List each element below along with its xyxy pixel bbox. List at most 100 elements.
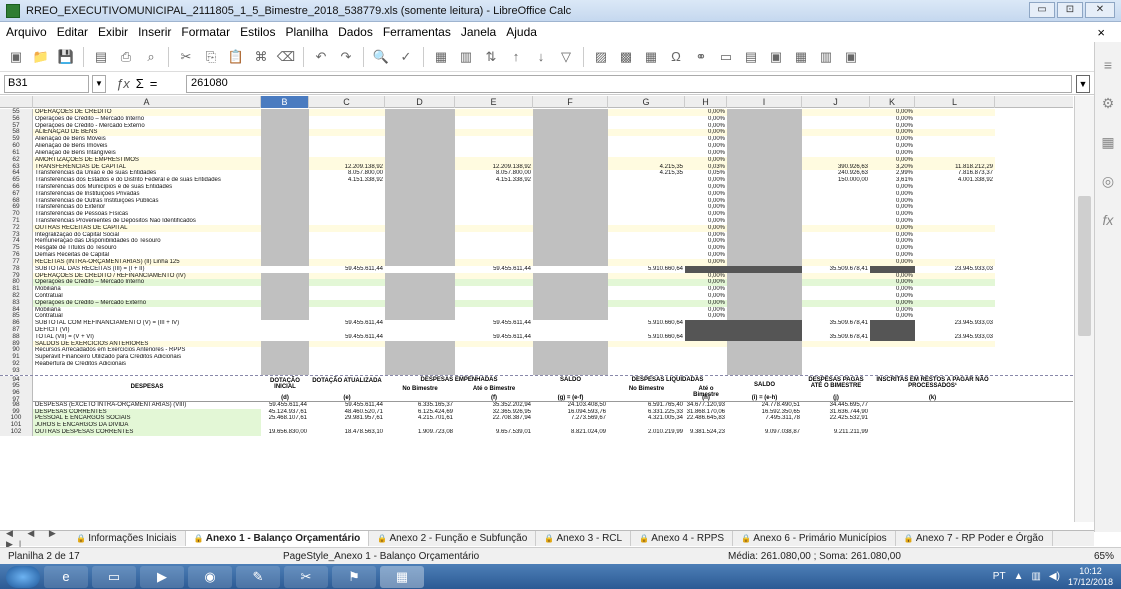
cell-h[interactable]: 0,00%	[685, 224, 727, 232]
cell-d[interactable]	[385, 367, 455, 375]
cell-d[interactable]	[385, 211, 455, 218]
cell-k[interactable]: 0,00%	[870, 279, 915, 287]
cell-c[interactable]	[309, 354, 385, 361]
cell-e[interactable]	[455, 204, 533, 211]
styles-icon[interactable]: ⚙	[1102, 95, 1115, 112]
menu-janela[interactable]: Janela	[461, 25, 496, 39]
cell-d[interactable]	[385, 109, 455, 116]
cell-g[interactable]	[608, 293, 685, 300]
cell-k[interactable]: 0,00%	[870, 198, 915, 205]
cell-j[interactable]	[802, 286, 870, 293]
cell-b[interactable]: 45.124.937,61	[261, 409, 309, 416]
sheet-tab[interactable]: 🔒 Anexo 6 - Primário Municípios	[733, 531, 896, 546]
cell-c[interactable]	[309, 286, 385, 293]
cell-label[interactable]: Contratual	[33, 313, 261, 320]
cell-f[interactable]	[533, 136, 608, 144]
cell-g[interactable]	[608, 211, 685, 218]
cell-label[interactable]: Transferências de Pessoas Físicas	[33, 211, 261, 218]
cell-j[interactable]	[802, 340, 870, 348]
cell-c[interactable]	[309, 422, 385, 429]
cell-i[interactable]	[727, 333, 802, 341]
spreadsheet-grid[interactable]: ABCDEFGHIJKL 55 OPERAÇÕES DE CRÉDITO 0,00%…	[0, 96, 1073, 522]
cell-b[interactable]	[261, 143, 309, 150]
cell-f[interactable]	[533, 204, 608, 212]
cell-j[interactable]	[802, 422, 870, 429]
cell-i[interactable]	[727, 136, 802, 144]
cell-h[interactable]	[685, 422, 727, 429]
cell-f[interactable]	[533, 197, 608, 205]
sheet-tab[interactable]: 🔒 Informações Iniciais	[68, 531, 186, 546]
column-header-l[interactable]: L	[915, 96, 995, 108]
cell-i[interactable]	[727, 252, 802, 259]
cell-g[interactable]: 2.010.219,99	[608, 429, 685, 436]
cell-b[interactable]	[261, 258, 309, 266]
cell-label[interactable]: Transferências dos Estados e do Distrito…	[33, 177, 261, 184]
cell-j[interactable]	[802, 279, 870, 287]
calc-task-icon[interactable]: ▦	[380, 565, 424, 588]
header-footer-icon[interactable]: ▤	[741, 47, 761, 67]
cell-label[interactable]: Integralização do Capital Social	[33, 232, 261, 239]
undo-icon[interactable]: ↶	[311, 47, 331, 67]
cell-i[interactable]	[727, 115, 802, 123]
cell-i[interactable]	[727, 238, 802, 246]
cell-d[interactable]	[385, 122, 455, 130]
row-header[interactable]: 95	[0, 382, 33, 389]
cell-k[interactable]: 0,00%	[870, 238, 915, 245]
cell-f[interactable]	[533, 190, 608, 198]
cell-d[interactable]	[385, 347, 455, 355]
cell-h[interactable]: 0,00%	[685, 252, 727, 259]
cell-k[interactable]	[870, 361, 915, 368]
cell-j[interactable]	[802, 156, 870, 164]
cell-label[interactable]: DESPESAS (EXCETO INTRA-ORÇAMENTÁRIAS) (V…	[33, 402, 261, 409]
maximize-button[interactable]: ⊡	[1057, 2, 1083, 18]
cell-h[interactable]: 0,00%	[685, 156, 727, 164]
cell-f[interactable]	[533, 149, 608, 157]
cell-g[interactable]	[608, 150, 685, 157]
cell-g[interactable]	[608, 198, 685, 205]
cell-c[interactable]	[309, 156, 385, 164]
cell-b[interactable]	[261, 190, 309, 198]
tray-arrow-icon[interactable]: ▲	[1014, 571, 1024, 582]
scroll-thumb[interactable]	[1078, 196, 1091, 336]
cell-j[interactable]	[802, 245, 870, 252]
cell-c[interactable]	[309, 211, 385, 218]
cell-g[interactable]: 6.591.765,40	[608, 402, 685, 409]
cell-h[interactable]: 0,00%	[685, 150, 727, 157]
cell-i[interactable]	[727, 367, 802, 375]
cell-i[interactable]	[727, 354, 802, 362]
cell-i[interactable]	[727, 170, 802, 178]
cell-h[interactable]: 0,00%	[685, 245, 727, 252]
formula-icon[interactable]: =	[150, 76, 158, 91]
cell-l[interactable]	[915, 327, 995, 334]
cell-i[interactable]	[727, 361, 802, 368]
cell-l[interactable]	[915, 143, 995, 150]
cell-j[interactable]	[802, 258, 870, 266]
cell-j[interactable]	[802, 347, 870, 354]
functions-icon[interactable]: fx	[1103, 212, 1114, 228]
cell-k[interactable]: 0,00%	[870, 143, 915, 150]
minimize-button[interactable]: ▭	[1029, 2, 1055, 18]
cell-k[interactable]	[870, 340, 915, 348]
cell-l[interactable]	[915, 198, 995, 205]
cell-l[interactable]	[915, 368, 995, 375]
cell-j[interactable]: 9.211.211,99	[802, 429, 870, 436]
cell-d[interactable]	[385, 340, 455, 348]
cell-c[interactable]: 8.057.800,00	[309, 170, 385, 177]
column-icon[interactable]: ▥	[456, 47, 476, 67]
cell-f[interactable]	[533, 170, 608, 178]
cell-c[interactable]: 29.981.957,61	[309, 415, 385, 422]
cell-j[interactable]	[802, 123, 870, 130]
cell-c[interactable]	[309, 313, 385, 320]
cell-i[interactable]	[727, 320, 802, 327]
cell-b[interactable]	[261, 177, 309, 184]
cell-g[interactable]	[608, 191, 685, 198]
cell-g[interactable]: 5.910.660,64	[608, 320, 685, 327]
cell-j[interactable]: 34.445.695,77	[802, 402, 870, 409]
cell-i[interactable]	[727, 292, 802, 300]
cell-g[interactable]	[608, 245, 685, 252]
cell-h[interactable]: 0,00%	[685, 129, 727, 137]
cell-b[interactable]	[261, 306, 309, 314]
cell-j[interactable]	[802, 109, 870, 116]
cell-c[interactable]: 59.455.611,44	[309, 334, 385, 341]
cell-d[interactable]	[385, 245, 455, 253]
